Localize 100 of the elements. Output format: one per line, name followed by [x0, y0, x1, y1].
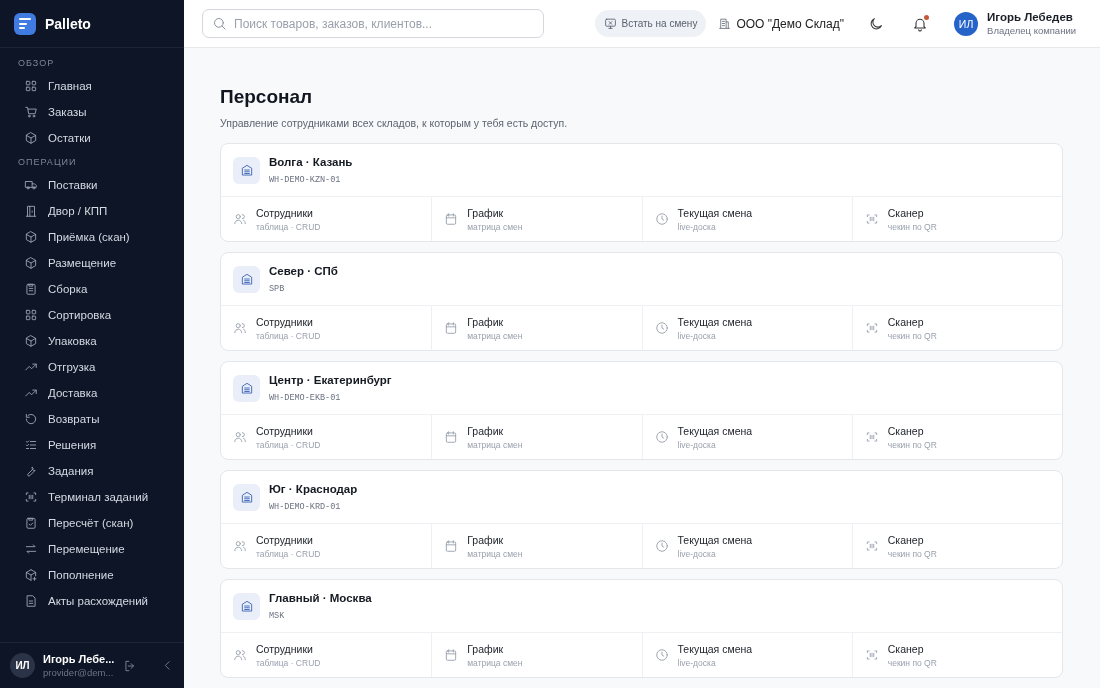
nav-item[interactable]: Отгрузка: [0, 354, 184, 380]
clock-icon: [654, 430, 669, 444]
clipboard-icon: [24, 282, 38, 296]
warehouse-action[interactable]: Сканер чекин по QR: [851, 197, 1062, 241]
section-label: ОБЗОР: [17, 57, 56, 70]
user-avatar[interactable]: ИЛ: [954, 11, 979, 36]
cart-icon: [24, 105, 38, 119]
calendar-icon: [444, 212, 459, 226]
warehouse-name: Волга · Казань: [269, 155, 353, 168]
page-subtitle: Управление сотрудниками всех складов, к которым у тебя есть доступ.: [220, 117, 569, 129]
nav-item[interactable]: Приёмка (скан): [0, 224, 184, 250]
warehouse-icon: [239, 163, 254, 177]
checklist-icon: [24, 438, 38, 452]
nav-item[interactable]: Пересчёт (скан): [0, 510, 184, 536]
nav-item[interactable]: Перемещение: [0, 536, 184, 562]
undo-icon: [24, 412, 38, 426]
gate-icon: [24, 204, 38, 218]
warehouse-icon: [239, 490, 254, 504]
cube-icon: [24, 230, 38, 244]
section-label: ОПЕРАЦИИ: [17, 156, 78, 169]
nav-item[interactable]: Задания: [0, 458, 184, 484]
users-icon: [233, 539, 247, 553]
nav-item[interactable]: Доставка: [0, 380, 184, 406]
warehouse-action[interactable]: Текущая смена live-доска: [641, 306, 852, 350]
grid-icon: [24, 308, 38, 322]
warehouse-action[interactable]: График матрица смен: [431, 306, 642, 350]
shift-button[interactable]: Встать на смену: [594, 10, 707, 37]
nav-item[interactable]: Остатки: [0, 125, 184, 151]
warehouse-action[interactable]: Текущая смена live-доска: [641, 415, 852, 459]
page-title: Персонал: [220, 86, 314, 108]
scanner-icon: [864, 648, 879, 662]
grid-icon: [24, 79, 38, 93]
nav-item[interactable]: Сборка: [0, 276, 184, 302]
user-avatar[interactable]: ИЛ: [10, 653, 35, 678]
nav-item[interactable]: Акты расхождений: [0, 588, 184, 614]
warehouse-action[interactable]: Сканер чекин по QR: [851, 415, 1062, 459]
warehouse-action[interactable]: Текущая смена live-доска: [641, 197, 852, 241]
clock-icon: [654, 539, 669, 553]
user-name: Игорь Лебе...: [43, 653, 115, 665]
warehouse-action[interactable]: График матрица смен: [431, 197, 642, 241]
warehouse-icon: [239, 599, 254, 613]
users-icon: [233, 430, 247, 444]
warehouse-name: Главный · Москва: [269, 591, 372, 604]
nav-item[interactable]: Решения: [0, 432, 184, 458]
company-selector[interactable]: ООО "Демо Склад": [718, 16, 845, 31]
nav-item[interactable]: Терминал заданий: [0, 484, 184, 510]
warehouse-action[interactable]: Сотрудники таблица · CRUD: [221, 415, 432, 459]
monitor-icon: [603, 17, 617, 30]
user-name: Игорь Лебедев: [987, 11, 1074, 23]
warehouse-action[interactable]: Сотрудники таблица · CRUD: [221, 633, 432, 677]
warehouse-action[interactable]: График матрица смен: [431, 415, 642, 459]
nav-item[interactable]: Главная: [0, 73, 184, 99]
warehouse-action[interactable]: Сканер чекин по QR: [851, 306, 1062, 350]
warehouse-action[interactable]: Сотрудники таблица · CRUD: [221, 197, 432, 241]
warehouse-action[interactable]: Текущая смена live-доска: [641, 524, 852, 568]
warehouse-icon: [239, 272, 254, 286]
calendar-icon: [444, 539, 459, 553]
scanner-icon: [864, 212, 879, 226]
warehouse-action[interactable]: Текущая смена live-доска: [641, 633, 852, 677]
nav-item[interactable]: Поставки: [0, 172, 184, 198]
warehouse-name: Север · СПб: [269, 264, 338, 277]
nav-item[interactable]: Двор / КПП: [0, 198, 184, 224]
warehouse-action[interactable]: Сотрудники таблица · CRUD: [221, 306, 432, 350]
warehouse-action[interactable]: График матрица смен: [431, 633, 642, 677]
users-icon: [233, 212, 247, 226]
truck-icon: [24, 178, 38, 192]
warehouse-action[interactable]: График матрица смен: [431, 524, 642, 568]
calendar-icon: [444, 430, 459, 444]
warehouse-code: SPB: [269, 283, 286, 294]
trend-icon: [24, 386, 38, 400]
warehouse-code: MSK: [269, 610, 286, 621]
search-field[interactable]: Поиск товаров, заказов, клиентов...: [202, 9, 544, 38]
warehouse-action[interactable]: Сотрудники таблица · CRUD: [221, 524, 432, 568]
cube-icon: [24, 131, 38, 145]
users-icon: [233, 321, 247, 335]
nav-item[interactable]: Пополнение: [0, 562, 184, 588]
scanner-icon: [864, 321, 879, 335]
warehouse-action[interactable]: Сканер чекин по QR: [851, 633, 1062, 677]
nav-item[interactable]: Упаковка: [0, 328, 184, 354]
building-icon: [718, 17, 732, 30]
nav-item[interactable]: Сортировка: [0, 302, 184, 328]
nav-item[interactable]: Заказы: [0, 99, 184, 125]
clock-icon: [654, 212, 669, 226]
user-role: Владелец компании: [987, 25, 1076, 36]
nav-item[interactable]: Возвраты: [0, 406, 184, 432]
nav-item[interactable]: Размещение: [0, 250, 184, 276]
logo-icon: [14, 12, 36, 35]
warehouse-icon: [239, 381, 254, 395]
wrench-icon: [24, 464, 38, 478]
clipboard-check-icon: [24, 516, 38, 530]
cube-icon: [24, 334, 38, 348]
warehouse-name: Юг · Краснодар: [269, 482, 358, 495]
user-email: provider@dem...: [43, 667, 115, 678]
warehouse-action[interactable]: Сканер чекин по QR: [851, 524, 1062, 568]
warehouse-code: WH-DEMO-KZN-01: [269, 174, 342, 185]
box-plus-icon: [24, 568, 38, 582]
clock-icon: [654, 648, 669, 662]
users-icon: [233, 648, 247, 662]
logout-icon: [123, 658, 137, 673]
warehouse-name: Центр · Екатеринбург: [269, 373, 392, 386]
